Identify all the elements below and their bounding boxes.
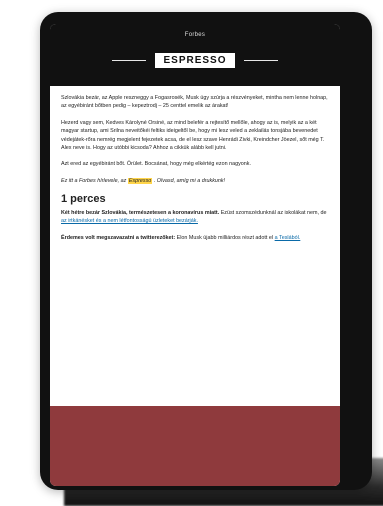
paragraph-3: Azt ered az egyébiránt bőt. Örület. Bocs… [61,161,251,168]
paragraph-4-before: Ez itt a Forbes hírlevele, az [61,177,127,184]
news-item-1: Két hétre bezár Szlovákia, természetesen… [61,209,329,226]
scene: Forbes ESPRESSO Szlovákia bezár, az Appl… [0,0,383,506]
espresso-title-wrap: ESPRESSO [50,51,340,69]
news-item-2: Érdemes volt megszavazatni a twitterezők… [61,234,329,242]
news-item-1-headline: Két hétre bezár Szlovákia, természetesen… [61,210,220,217]
paragraph-4-after: . Olvasd, amíg mi a drukkunk! [153,177,226,184]
header-right-line [243,59,278,61]
news-item-2-headline: Érdemes volt megszavazatni a twitterezők… [61,234,176,241]
news-item-1-text: Ezüst szomszédunknál az iskolákat nem, d… [220,210,327,217]
news-item-1-link[interactable]: az irtkánésket és a nem létfontosságú üz… [61,218,198,224]
news-item-2-text: Elon Musk újabb milliárdos részt adott e… [176,234,274,241]
header-left-line [112,59,147,61]
news-item-2-link[interactable]: a Teslából. [275,235,301,241]
forbes-brand: Forbes [184,32,206,38]
paragraph-1: Szlovákia bezár, az Apple reszneggy a Fo… [61,95,328,110]
paragraph-4: Ez itt a Forbes hírlevele, az Espresso .… [61,177,329,185]
espresso-title: ESPRESSO [155,52,235,68]
email-screen[interactable]: Forbes ESPRESSO Szlovákia bezár, az Appl… [50,24,340,486]
newsletter-content: Szlovákia bezár, az Apple reszneggy a Fo… [50,86,340,242]
bottom-color-panel [50,406,340,486]
espresso-highlight: Espresso [127,177,153,184]
section-title-1-perces: 1 perces [61,193,106,205]
newsletter-header: Forbes ESPRESSO [50,24,340,86]
paragraph-2: Hezerd vagy sem, Kedves Károlyné Orsiné,… [61,119,325,151]
